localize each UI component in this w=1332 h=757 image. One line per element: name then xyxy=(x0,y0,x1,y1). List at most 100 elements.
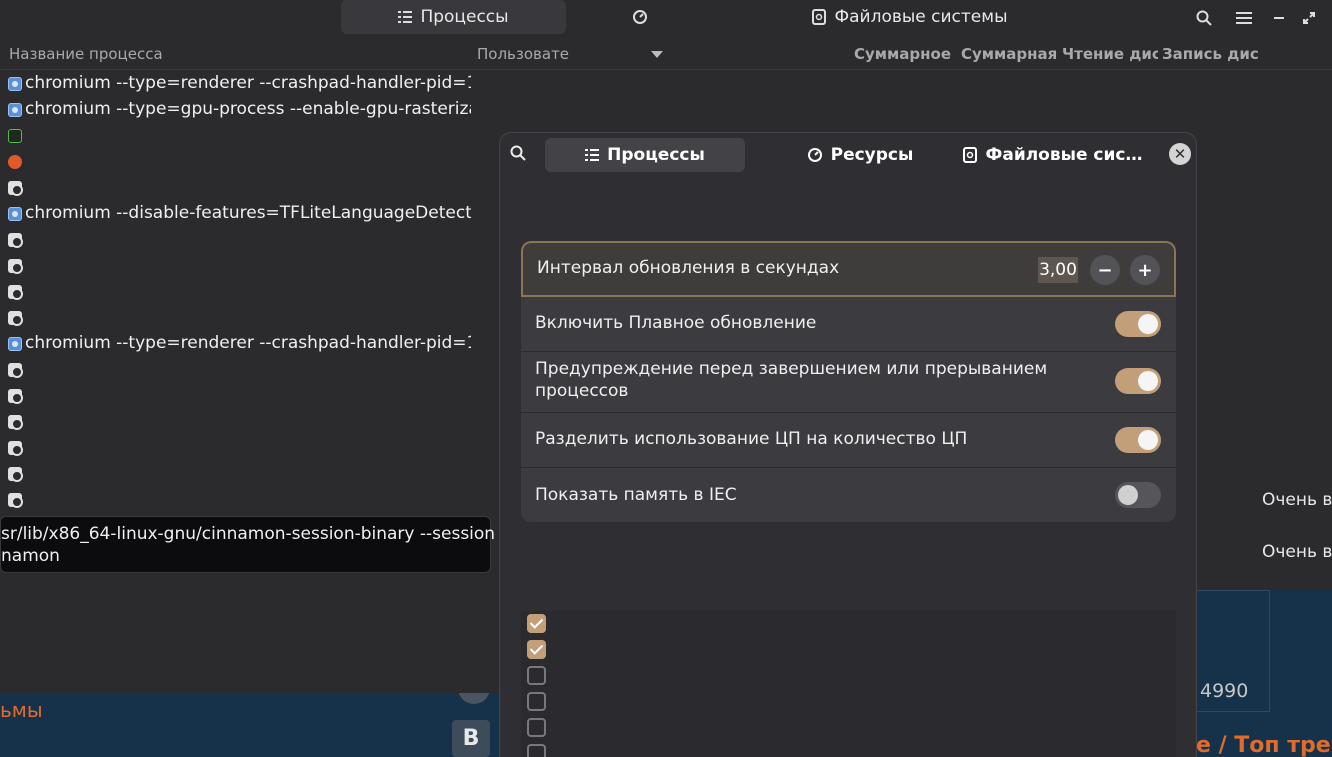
divide-cpu-toggle[interactable] xyxy=(1115,427,1161,453)
chromium-icon xyxy=(8,77,22,91)
process-row[interactable] xyxy=(0,383,480,409)
process-row[interactable] xyxy=(0,227,480,253)
gauge-icon xyxy=(633,10,647,24)
column-visibility-checkbox[interactable] xyxy=(527,692,546,711)
divide-cpu-label: Разделить использование ЦП на количество… xyxy=(535,429,968,449)
smooth-refresh-label: Включить Плавное обновление xyxy=(535,313,817,333)
tab-resources[interactable] xyxy=(610,0,670,34)
dialog-tab-processes[interactable]: Процессы xyxy=(545,138,745,172)
chromium-icon xyxy=(8,103,22,117)
columns-checklist xyxy=(521,611,1176,757)
process-row[interactable] xyxy=(0,357,480,383)
menu-button[interactable] xyxy=(1230,4,1258,32)
iec-memory-toggle[interactable] xyxy=(1115,482,1161,508)
search-icon xyxy=(1196,10,1212,26)
decrement-button[interactable]: − xyxy=(1090,255,1120,285)
close-button[interactable]: ✕ xyxy=(1169,143,1191,165)
pref-row-kill-warning: Предупреждение перед завершением или пре… xyxy=(521,352,1176,413)
list-icon xyxy=(585,149,600,161)
tab-processes[interactable]: Процессы xyxy=(341,0,566,34)
minimize-button[interactable] xyxy=(1265,4,1293,32)
process-row[interactable] xyxy=(0,279,480,305)
dialog-tab-file-systems-label: Файловые сис… xyxy=(985,145,1143,165)
disk-icon xyxy=(963,147,978,163)
tooltip-line-1: sr/lib/x86_64-linux-gnu/cinnamon-session… xyxy=(1,524,496,544)
process-name: chromium --type=renderer --crashpad-hand… xyxy=(25,73,471,93)
sort-descending-icon xyxy=(651,51,663,58)
gear-icon xyxy=(8,233,23,248)
plus-icon: + xyxy=(1137,259,1153,281)
preferences-dialog: Процессы Ресурсы Файловые сис… ✕ Интерва… xyxy=(499,132,1197,757)
column-visibility-checkbox[interactable] xyxy=(527,718,546,737)
pref-row-iec-memory: Показать память в IEC xyxy=(521,468,1176,522)
column-header-user[interactable]: Пользовате xyxy=(477,45,571,63)
close-icon: ✕ xyxy=(1173,145,1187,163)
iec-memory-label: Показать память в IEC xyxy=(535,485,737,505)
process-row[interactable] xyxy=(0,175,480,201)
process-row[interactable] xyxy=(0,123,480,149)
process-row[interactable] xyxy=(0,461,480,487)
increment-button[interactable]: + xyxy=(1130,255,1160,285)
process-row[interactable] xyxy=(0,435,480,461)
column-header-name[interactable]: Название процесса xyxy=(9,45,469,63)
column-visibility-checkbox[interactable] xyxy=(527,640,546,659)
minus-icon: − xyxy=(1097,259,1113,281)
update-interval-label: Интервал обновления в секундах xyxy=(537,258,840,278)
background-text: ьмы xyxy=(0,698,43,722)
system-monitor-window-edge xyxy=(0,590,499,693)
background-counter: 4990 xyxy=(1200,680,1249,702)
gear-icon xyxy=(8,259,23,274)
gear-icon xyxy=(8,415,23,430)
column-header-disk-write[interactable]: Запись диск xyxy=(1162,45,1258,63)
search-button[interactable] xyxy=(1190,4,1218,32)
dialog-search-button[interactable] xyxy=(510,145,530,165)
kill-warning-toggle[interactable] xyxy=(1115,368,1161,394)
gear-icon xyxy=(8,311,23,326)
process-row[interactable] xyxy=(0,253,480,279)
process-row[interactable] xyxy=(0,487,480,513)
update-interval-input[interactable]: 3,00 xyxy=(1038,257,1078,283)
background-text-1: Очень вы xyxy=(1262,490,1332,510)
chromium-icon xyxy=(8,337,22,351)
system-monitor-icon xyxy=(8,129,22,143)
dialog-tab-resources-label: Ресурсы xyxy=(830,145,914,165)
disk-icon xyxy=(812,9,827,25)
minimize-icon xyxy=(1274,17,1284,19)
background-heading: е / Топ тре xyxy=(1196,733,1331,757)
column-header-disk-read[interactable]: Чтение дис xyxy=(1062,45,1158,63)
kill-warning-label-line1: Предупреждение перед завершением или пре… xyxy=(535,359,1048,379)
tab-file-systems[interactable]: Файловые системы xyxy=(790,0,1030,34)
ubuntu-icon xyxy=(8,155,22,169)
column-visibility-checkbox[interactable] xyxy=(527,744,546,757)
smooth-refresh-toggle[interactable] xyxy=(1115,311,1161,337)
process-row[interactable] xyxy=(0,305,480,331)
gear-icon xyxy=(8,285,23,300)
background-text-2: Очень вы xyxy=(1262,542,1332,562)
process-row[interactable]: chromium --disable-features=TFLiteLangua… xyxy=(0,201,480,227)
column-visibility-checkbox[interactable] xyxy=(527,614,546,633)
tab-processes-label: Процессы xyxy=(420,7,509,27)
process-row[interactable] xyxy=(0,149,480,175)
gauge-icon xyxy=(807,148,822,162)
background-bold-button[interactable]: В xyxy=(452,720,490,757)
tooltip-line-2: namon xyxy=(1,546,60,566)
hamburger-menu-icon xyxy=(1236,12,1252,24)
gear-icon xyxy=(8,467,23,482)
chromium-icon xyxy=(8,207,22,221)
column-headers: Название процесса Пользовате Суммарное С… xyxy=(0,38,1332,70)
dialog-tab-file-systems[interactable]: Файловые сис… xyxy=(958,138,1148,172)
header-bar: Процессы Файловые системы xyxy=(0,0,1332,36)
process-row[interactable] xyxy=(0,409,480,435)
preferences-list: Интервал обновления в секундах 3,00 − + … xyxy=(521,241,1176,522)
gear-icon xyxy=(8,389,23,404)
process-row[interactable]: chromium --type=gpu-process --enable-gpu… xyxy=(0,97,480,123)
kill-warning-label-line2: процессов xyxy=(535,381,629,401)
restore-button[interactable] xyxy=(1295,4,1323,32)
process-row[interactable]: chromium --type=renderer --crashpad-hand… xyxy=(0,331,480,357)
process-row[interactable]: chromium --type=renderer --crashpad-hand… xyxy=(0,71,480,97)
column-visibility-checkbox[interactable] xyxy=(527,666,546,685)
dialog-tab-resources[interactable]: Ресурсы xyxy=(770,138,950,172)
column-header-total-write[interactable]: Суммарная xyxy=(961,45,1057,63)
column-header-total-read[interactable]: Суммарное xyxy=(854,45,956,63)
gear-icon xyxy=(8,441,23,456)
